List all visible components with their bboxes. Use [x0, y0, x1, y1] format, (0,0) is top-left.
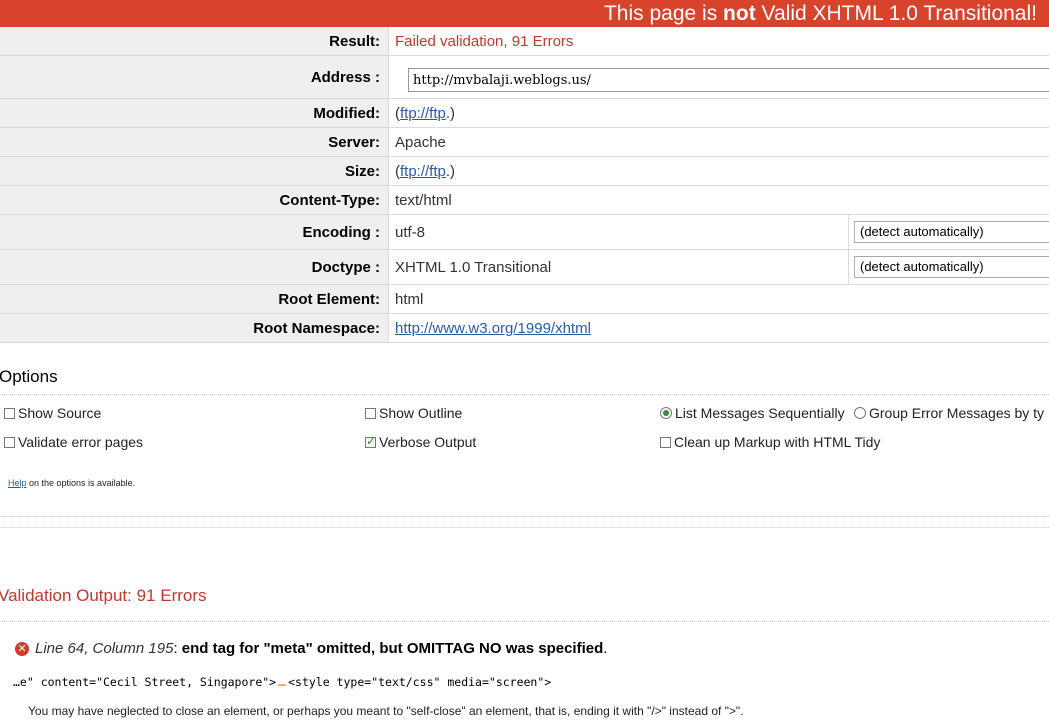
encoding-value: utf-8: [395, 223, 426, 241]
doctype-divider: [848, 250, 849, 284]
encoding-select[interactable]: (detect automatically): [854, 221, 1049, 243]
result-value: Failed validation, 91 Errors: [395, 32, 574, 50]
verbose-output-option[interactable]: Verbose Output: [365, 434, 476, 450]
validation-output-title: Validation Output: 91 Errors: [0, 586, 207, 605]
error-dot: .: [603, 640, 608, 657]
show-source-option[interactable]: Show Source: [4, 405, 101, 421]
address-input[interactable]: [408, 68, 1049, 92]
show-outline-label: Show Outline: [379, 405, 463, 421]
options-bottom-divider-2: [0, 527, 1049, 528]
server-label: Server:: [0, 128, 389, 156]
root-namespace-row: Root Namespace: http://www.w3.org/1999/x…: [0, 314, 1049, 343]
modified-value: (ftp://ftp.): [395, 99, 455, 127]
error-position-marker: [278, 684, 287, 686]
address-label: Address :: [0, 56, 389, 98]
encoding-divider: [848, 215, 849, 249]
modified-row: Modified: (ftp://ftp.): [0, 99, 1049, 128]
content-type-label: Content-Type:: [0, 186, 389, 214]
list-sequential-label: List Messages Sequentially: [675, 405, 845, 421]
show-source-label: Show Source: [18, 405, 102, 421]
doctype-label: Doctype :: [0, 250, 389, 284]
size-label: Size:: [0, 157, 389, 185]
root-element-value: html: [395, 290, 424, 308]
validate-error-pages-option[interactable]: Validate error pages: [4, 434, 143, 450]
tidy-label: Clean up Markup with HTML Tidy: [674, 434, 881, 450]
modified-link[interactable]: ftp://ftp: [400, 105, 446, 122]
group-errors-option[interactable]: Group Error Messages by ty: [854, 405, 1044, 421]
help-note: Help on the options is available.: [8, 478, 135, 488]
validation-banner: This page is not Valid XHTML 1.0 Transit…: [0, 0, 1049, 27]
root-element-row: Root Element: html: [0, 285, 1049, 314]
modified-close: .): [445, 104, 456, 122]
size-close: .): [445, 162, 456, 180]
size-row: Size: (ftp://ftp.): [0, 157, 1049, 186]
root-namespace-link[interactable]: http://www.w3.org/1999/xhtml: [395, 320, 591, 337]
size-link[interactable]: ftp://ftp: [400, 163, 446, 180]
output-divider: [0, 621, 1049, 622]
show-outline-checkbox[interactable]: [365, 407, 376, 419]
error-message-line: ✕ Line 64, Column 195: end tag for "meta…: [15, 640, 607, 657]
banner-suffix: Valid XHTML 1.0 Transitional!: [755, 2, 1037, 25]
root-namespace-label: Root Namespace:: [0, 314, 389, 342]
options-title: Options: [0, 367, 58, 386]
root-namespace-value: http://www.w3.org/1999/xhtml: [395, 314, 591, 342]
doctype-value: XHTML 1.0 Transitional: [395, 258, 552, 276]
group-errors-label: Group Error Messages by ty: [869, 405, 1045, 421]
help-link[interactable]: Help: [8, 478, 27, 488]
server-row: Server: Apache: [0, 128, 1049, 157]
list-sequential-option[interactable]: List Messages Sequentially: [660, 405, 845, 421]
tidy-option[interactable]: Clean up Markup with HTML Tidy: [660, 434, 880, 450]
list-sequential-radio[interactable]: [660, 407, 672, 419]
result-label: Result:: [0, 27, 389, 55]
encoding-row: Encoding : utf-8 (detect automatically): [0, 215, 1049, 250]
group-errors-radio[interactable]: [854, 407, 866, 419]
verbose-output-label: Verbose Output: [379, 434, 477, 450]
show-source-checkbox[interactable]: [4, 407, 15, 419]
error-explanation: You may have neglected to close an eleme…: [28, 704, 744, 718]
banner-emphasis: not: [723, 2, 756, 25]
address-row: Address :: [0, 56, 1049, 99]
options-bottom-divider: [0, 516, 1049, 517]
validate-error-pages-checkbox[interactable]: [4, 436, 15, 448]
tidy-checkbox[interactable]: [660, 436, 671, 448]
show-outline-option[interactable]: Show Outline: [365, 405, 462, 421]
error-icon: ✕: [15, 641, 29, 656]
encoding-label: Encoding :: [0, 215, 389, 249]
options-divider: [0, 394, 1049, 395]
content-type-value: text/html: [395, 191, 452, 209]
banner-prefix: This page is: [603, 2, 724, 25]
content-type-row: Content-Type: text/html: [0, 186, 1049, 215]
server-value: Apache: [395, 133, 446, 151]
verbose-output-checkbox[interactable]: [365, 434, 376, 448]
modified-label: Modified:: [0, 99, 389, 127]
doctype-select[interactable]: (detect automatically): [854, 256, 1049, 278]
result-row: Result: Failed validation, 91 Errors: [0, 27, 1049, 56]
root-element-label: Root Element:: [0, 285, 389, 313]
error-message: end tag for "meta" omitted, but OMITTAG …: [181, 640, 604, 657]
source-after: <style type="text/css" media="screen">: [288, 675, 552, 689]
source-before: …e" content="Cecil Street, Singapore">: [13, 675, 277, 689]
error-location: Line 64, Column 195: [35, 640, 174, 657]
validate-error-pages-label: Validate error pages: [18, 434, 144, 450]
error-source-excerpt: …e" content="Cecil Street, Singapore"> <s…: [13, 675, 551, 689]
doctype-row: Doctype : XHTML 1.0 Transitional (detect…: [0, 250, 1049, 285]
help-text: on the options is available.: [26, 478, 136, 488]
size-value: (ftp://ftp.): [395, 157, 455, 185]
error-sep: :: [173, 640, 182, 657]
